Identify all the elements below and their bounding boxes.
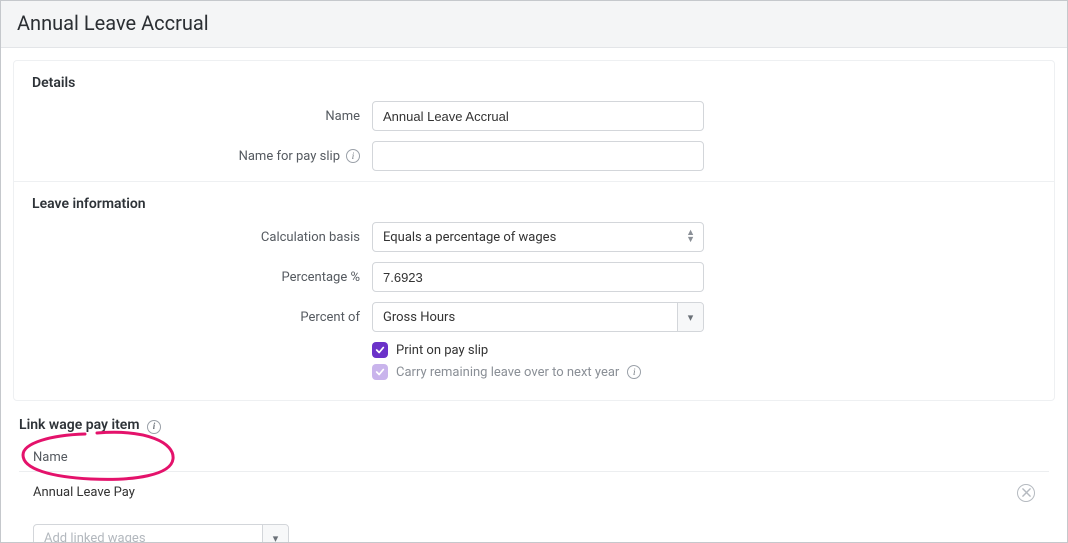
payslip-name-input[interactable]	[372, 141, 704, 171]
carry-over-label: Carry remaining leave over to next year	[396, 365, 619, 380]
table-col-name: Name	[19, 444, 1049, 471]
percent-of-label: Percent of	[32, 310, 372, 325]
chevron-updown-icon: ▲▼	[686, 223, 695, 251]
leave-heading: Leave information	[32, 196, 1036, 212]
print-on-payslip-label: Print on pay slip	[396, 343, 488, 358]
info-icon[interactable]: i	[346, 149, 360, 163]
check-icon	[375, 345, 385, 355]
add-linked-wages-placeholder: Add linked wages	[44, 531, 146, 543]
percentage-input[interactable]	[372, 262, 704, 292]
carry-over-checkbox	[372, 364, 388, 380]
percentage-label: Percentage %	[32, 270, 372, 285]
chevron-down-icon: ▾	[262, 525, 288, 543]
chevron-down-icon: ▾	[677, 303, 703, 331]
calc-basis-value: Equals a percentage of wages	[383, 230, 556, 245]
percent-of-value: Gross Hours	[383, 310, 455, 325]
link-wage-heading: Link wage pay item i	[19, 417, 1049, 434]
info-icon[interactable]: i	[627, 365, 641, 379]
add-linked-wages-select[interactable]: Add linked wages ▾	[33, 524, 289, 543]
details-heading: Details	[32, 75, 1036, 91]
percent-of-select[interactable]: Gross Hours ▾	[372, 302, 704, 332]
remove-row-button[interactable]	[1017, 484, 1035, 502]
payslip-label: Name for pay slip	[239, 149, 340, 164]
name-input[interactable]	[372, 101, 704, 131]
print-on-payslip-checkbox[interactable]	[372, 342, 388, 358]
calc-basis-select[interactable]: Equals a percentage of wages ▲▼	[372, 222, 704, 252]
close-icon	[1022, 488, 1031, 497]
divider	[14, 181, 1054, 182]
name-label: Name	[32, 109, 372, 124]
calc-basis-label: Calculation basis	[32, 230, 372, 245]
check-icon	[375, 367, 385, 377]
linked-wage-name: Annual Leave Pay	[33, 485, 135, 500]
page-title: Annual Leave Accrual	[17, 11, 1051, 35]
table-row: Annual Leave Pay	[19, 471, 1049, 514]
info-icon[interactable]: i	[147, 420, 161, 434]
link-wage-heading-text: Link wage pay item	[19, 417, 139, 433]
